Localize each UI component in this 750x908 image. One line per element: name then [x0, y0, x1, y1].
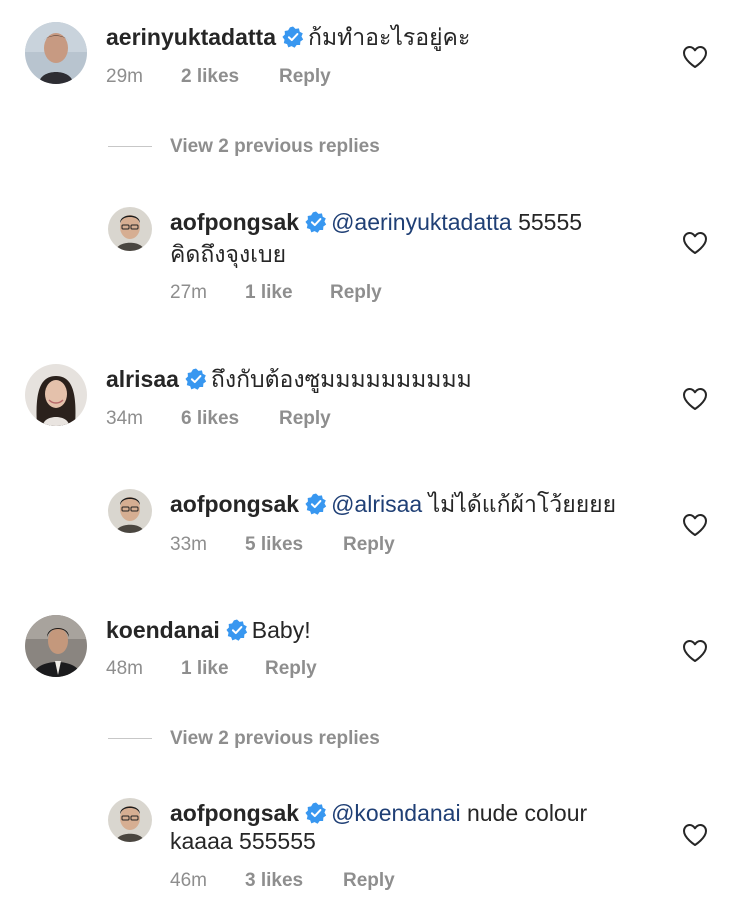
timestamp: 48m	[106, 658, 143, 679]
reply-button[interactable]: Reply	[279, 66, 331, 88]
avatar[interactable]	[108, 489, 152, 533]
reply-button[interactable]: Reply	[265, 658, 317, 680]
view-previous-replies-button[interactable]: View 2 previous replies	[108, 132, 508, 162]
reply-button[interactable]: Reply	[330, 282, 382, 304]
comment-text: 55555	[511, 209, 583, 235]
mention-link[interactable]: @koendanai	[331, 800, 461, 826]
likes-count[interactable]: 1 like	[181, 658, 265, 680]
heart-outline-icon[interactable]	[682, 513, 708, 537]
reply-button[interactable]: Reply	[343, 534, 395, 556]
username[interactable]: aofpongsak	[170, 491, 299, 517]
comment-meta: 34m 6 likes Reply	[106, 408, 331, 430]
comment-text: ถึงกับต้องซูมมมมมมมมมม	[210, 366, 472, 392]
reply-button[interactable]: Reply	[279, 408, 331, 430]
heart-outline-icon[interactable]	[682, 387, 708, 411]
comment-text-line2: คิดถึงจุงเบย	[170, 241, 287, 267]
comment-line: koendanai Baby!	[106, 615, 311, 645]
likes-count[interactable]: 2 likes	[181, 66, 279, 88]
likes-count[interactable]: 1 like	[245, 282, 330, 304]
verified-badge-icon	[305, 493, 327, 515]
timestamp: 29m	[106, 66, 143, 87]
avatar[interactable]	[25, 22, 87, 84]
username[interactable]: aofpongsak	[170, 800, 299, 826]
comment-meta: 27m 1 like Reply	[170, 282, 382, 304]
heart-outline-icon[interactable]	[682, 639, 708, 663]
timestamp: 33m	[170, 534, 207, 555]
username[interactable]: aofpongsak	[170, 209, 299, 235]
likes-count[interactable]: 3 likes	[245, 870, 343, 892]
comment-text: Baby!	[251, 617, 311, 643]
reply-button[interactable]: Reply	[343, 870, 395, 892]
view-previous-replies-label: View 2 previous replies	[170, 728, 380, 749]
comment-meta: 33m 5 likes Reply	[170, 534, 395, 556]
view-previous-replies-button[interactable]: View 2 previous replies	[108, 724, 508, 754]
verified-badge-icon	[305, 802, 327, 824]
comment-line: alrisaa ถึงกับต้องซูมมมมมมมมมม	[106, 364, 472, 394]
divider	[108, 738, 152, 739]
heart-outline-icon[interactable]	[682, 45, 708, 69]
comment-meta: 29m 2 likes Reply	[106, 66, 331, 88]
heart-outline-icon[interactable]	[682, 823, 708, 847]
comment-line: aofpongsak @koendanai nude colour	[170, 798, 587, 828]
comment-line: aerinyuktadatta ก้มทำอะไรอยู่คะ	[106, 22, 470, 52]
comment-meta: 48m 1 like Reply	[106, 658, 317, 680]
mention-link[interactable]: @alrisaa	[331, 491, 422, 517]
verified-badge-icon	[226, 619, 248, 641]
mention-link[interactable]: @aerinyuktadatta	[331, 209, 512, 235]
timestamp: 34m	[106, 408, 143, 429]
verified-badge-icon	[185, 368, 207, 390]
verified-badge-icon	[305, 211, 327, 233]
comment-text: nude colour	[460, 800, 588, 826]
username[interactable]: aerinyuktadatta	[106, 24, 276, 50]
comment-text: ก้มทำอะไรอยู่คะ	[308, 24, 471, 50]
username[interactable]: alrisaa	[106, 366, 179, 392]
comment-meta: 46m 3 likes Reply	[170, 870, 395, 892]
timestamp: 46m	[170, 870, 207, 891]
heart-outline-icon[interactable]	[682, 231, 708, 255]
avatar[interactable]	[108, 798, 152, 842]
likes-count[interactable]: 5 likes	[245, 534, 343, 556]
avatar[interactable]	[108, 207, 152, 251]
comment-line: aofpongsak @alrisaa ไม่ได้แก้ผ้าโว้ยยยย	[170, 489, 616, 519]
view-previous-replies-label: View 2 previous replies	[170, 136, 380, 157]
comment-text-line2: kaaaa 555555	[170, 828, 316, 854]
avatar[interactable]	[25, 615, 87, 677]
verified-badge-icon	[282, 26, 304, 48]
divider	[108, 146, 152, 147]
comment-text: ไม่ได้แก้ผ้าโว้ยยยย	[422, 491, 617, 517]
comment-line: aofpongsak @aerinyuktadatta 55555	[170, 207, 582, 237]
likes-count[interactable]: 6 likes	[181, 408, 279, 430]
username[interactable]: koendanai	[106, 617, 220, 643]
avatar[interactable]	[25, 364, 87, 426]
timestamp: 27m	[170, 282, 207, 303]
